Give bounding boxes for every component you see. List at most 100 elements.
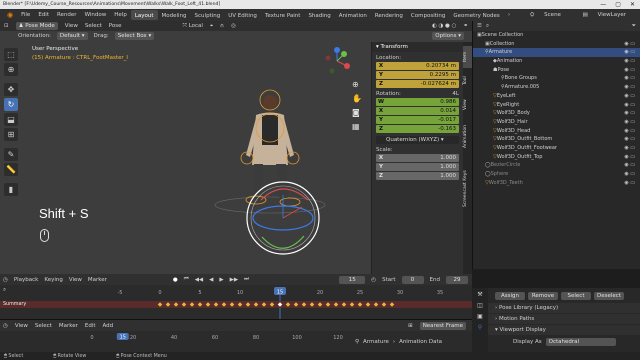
- menu-ae-view[interactable]: View: [15, 323, 28, 329]
- visibility-eye-icon[interactable]: ◉ ▭: [624, 161, 640, 170]
- menu-ae-add[interactable]: Add: [103, 323, 114, 329]
- play-icon[interactable]: ▶: [219, 277, 223, 283]
- measure-tool-icon[interactable]: 📏: [4, 163, 18, 176]
- pose-library-section[interactable]: › Pose Library (Legacy): [473, 303, 640, 313]
- keyframe-diamond[interactable]: [277, 302, 283, 307]
- scene-selector[interactable]: ⛭ Scene: [522, 9, 569, 21]
- outliner-item[interactable]: ▽ Wolf3D_Outfit_Footwear ◉ ▭: [473, 144, 640, 153]
- display-as-dropdown[interactable]: Octahedral: [545, 338, 616, 346]
- outliner-item[interactable]: ▽ EyeLeft ◉ ▭: [473, 92, 640, 101]
- menu-pose[interactable]: Pose: [109, 23, 122, 29]
- keyframe-diamond[interactable]: [253, 302, 259, 307]
- tool-props-icon[interactable]: ⚒: [477, 291, 482, 298]
- keyframe-diamond[interactable]: [237, 302, 243, 307]
- outliner-item[interactable]: ▽ Wolf3D_Body ◉ ▭: [473, 109, 640, 118]
- outliner-item[interactable]: ▽ Wolf3D_Outfit_Top ◉ ▭: [473, 153, 640, 162]
- workspace-tab-layout[interactable]: Layout: [130, 10, 158, 20]
- visibility-eye-icon[interactable]: ◉ ▭: [624, 92, 640, 101]
- record-button[interactable]: ●: [173, 277, 178, 283]
- minimize-button[interactable]: —: [600, 1, 606, 8]
- keyframe-diamond[interactable]: [229, 302, 235, 307]
- orientation-dropdown[interactable]: Default ▾: [56, 32, 88, 40]
- jump-start-icon[interactable]: ⏮: [184, 276, 189, 283]
- visibility-eye-icon[interactable]: ◉ ▭: [624, 66, 640, 75]
- location-x-field[interactable]: X 0.20734 m: [376, 62, 459, 70]
- drag-dropdown[interactable]: Select Box ▾: [114, 32, 155, 40]
- menu-ae-select[interactable]: Select: [35, 323, 52, 329]
- keyframe-diamond[interactable]: [341, 302, 347, 307]
- zoom-icon[interactable]: ⊕: [352, 80, 362, 89]
- pan-hand-icon[interactable]: ✋: [352, 94, 362, 103]
- render-props-icon[interactable]: ◫: [477, 302, 483, 309]
- visibility-eye-icon[interactable]: ◉ ▭: [624, 179, 640, 188]
- visibility-eye-icon[interactable]: ◉ ▭: [624, 83, 640, 92]
- rotate-tool-icon[interactable]: ↻: [4, 98, 18, 111]
- outliner-item[interactable]: ◯ Sphere ◉ ▭: [473, 170, 640, 179]
- keyframe-diamond[interactable]: [373, 302, 379, 307]
- outliner-item[interactable]: ▣ Scene Collection: [473, 31, 640, 40]
- rotation-w-field[interactable]: W 0.986: [376, 98, 459, 106]
- visibility-eye-icon[interactable]: ◉ ▭: [624, 153, 640, 162]
- menu-marker[interactable]: Marker: [88, 277, 107, 283]
- workspace-tab-shading[interactable]: Shading: [304, 10, 334, 20]
- annotate-tool-icon[interactable]: ✎: [4, 148, 18, 161]
- play-reverse-icon[interactable]: ◀: [209, 277, 213, 283]
- outliner-funnel-icon[interactable]: ⏷: [632, 23, 640, 30]
- timeline-editor-icon[interactable]: ◷: [3, 277, 8, 283]
- keyframe-diamond[interactable]: [285, 302, 291, 307]
- blender-logo-icon[interactable]: ◉: [3, 9, 17, 21]
- keyframe-diamond[interactable]: [301, 302, 307, 307]
- deselect-button[interactable]: Deselect: [594, 292, 624, 300]
- keyframe-diamond[interactable]: [389, 302, 395, 307]
- viewport-display-section[interactable]: ▾ Viewport Display: [473, 325, 640, 335]
- grid-icon[interactable]: ▦: [352, 122, 362, 131]
- keyframe-diamond[interactable]: [333, 302, 339, 307]
- menu-ae-marker[interactable]: Marker: [59, 323, 78, 329]
- workspace-tab-rendering[interactable]: Rendering: [371, 10, 407, 20]
- workspace-tab-animation[interactable]: Animation: [335, 10, 371, 20]
- select-box-tool-icon[interactable]: ⬚: [4, 48, 18, 61]
- keyframe-diamond[interactable]: [381, 302, 387, 307]
- visibility-eye-icon[interactable]: ◉ ▭: [624, 48, 640, 57]
- menu-view[interactable]: View: [65, 23, 78, 29]
- select-button[interactable]: Select: [561, 292, 591, 300]
- menu-ae-edit[interactable]: Edit: [85, 323, 96, 329]
- keyframe-diamond[interactable]: [173, 302, 179, 307]
- transform-panel-header[interactable]: ▾ Transform: [372, 42, 463, 52]
- menu-render[interactable]: Render: [53, 9, 81, 21]
- menu-file[interactable]: File: [17, 9, 34, 21]
- cursor-tool-icon[interactable]: ⊕: [4, 63, 18, 76]
- rotation-lock-toggle[interactable]: 4L: [452, 91, 459, 97]
- transform-tool-icon[interactable]: ⊞: [4, 128, 18, 141]
- menu-help[interactable]: Help: [110, 9, 131, 21]
- keyframe-diamond[interactable]: [365, 302, 371, 307]
- prev-key-icon[interactable]: ◀◀: [195, 277, 203, 283]
- workspace-tab-modeling[interactable]: Modeling: [158, 10, 191, 20]
- overlays-icon[interactable]: ⚭: [463, 23, 472, 29]
- workspace-arrow-icon[interactable]: ›: [504, 9, 514, 21]
- tab-view[interactable]: View: [463, 94, 472, 116]
- menu-select[interactable]: Select: [85, 23, 102, 29]
- assign-button[interactable]: Assign: [495, 292, 525, 300]
- location-z-field[interactable]: Z -0.027624 m: [376, 80, 459, 88]
- camera-icon[interactable]: ◙: [352, 108, 362, 117]
- keyframe-diamond[interactable]: [309, 302, 315, 307]
- rotation-z-field[interactable]: Z -0.163: [376, 125, 459, 133]
- menu-edit[interactable]: Edit: [34, 9, 53, 21]
- outliner-item[interactable]: ▽ Wolf3D_Teeth ◉ ▭: [473, 179, 640, 188]
- move-tool-icon[interactable]: ✥: [4, 83, 18, 96]
- tab-item[interactable]: Item: [463, 46, 472, 68]
- outliner-item[interactable]: ▽ Wolf3D_Head ◉ ▭: [473, 127, 640, 136]
- keyframe-diamond[interactable]: [317, 302, 323, 307]
- keyframe-diamond[interactable]: [213, 302, 219, 307]
- outliner-item[interactable]: ⚲ Bone Groups ◉ ▭: [473, 74, 640, 83]
- outliner-filter-icon[interactable]: ⌕: [486, 23, 489, 30]
- keyframe-diamond[interactable]: [221, 302, 227, 307]
- workspace-tab-texture-paint[interactable]: Texture Paint: [261, 10, 305, 20]
- location-y-field[interactable]: Y 0.2295 m: [376, 71, 459, 79]
- outliner-editor-icon[interactable]: ☰: [477, 23, 482, 29]
- visibility-eye-icon[interactable]: ◉ ▭: [624, 118, 640, 127]
- start-frame-field[interactable]: 0: [401, 275, 424, 284]
- keyframe-diamond[interactable]: [357, 302, 363, 307]
- visibility-eye-icon[interactable]: ◉ ▭: [624, 127, 640, 136]
